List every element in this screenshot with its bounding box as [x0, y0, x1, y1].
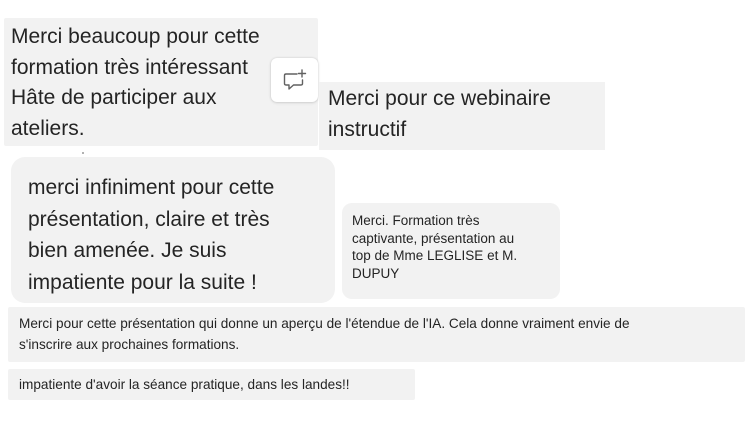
message-line: top de Mme LEGLISE et M.	[352, 248, 518, 263]
message-bubble[interactable]: Merci. Formation très captivante, présen…	[342, 203, 560, 299]
message-line: Merci pour ce webinaire	[328, 87, 551, 110]
message-bubble[interactable]: impatiente d'avoir la séance pratique, d…	[8, 369, 415, 400]
message-line: ateliers.	[11, 116, 85, 140]
message-line: Hâte de participer aux	[11, 86, 217, 109]
message-line: Merci. Formation très	[352, 213, 480, 228]
message-line: bien amenée. Je suis	[28, 239, 227, 262]
add-reaction-button[interactable]	[271, 58, 318, 102]
message-bubble[interactable]: Merci pour ce webinaire instructif	[319, 82, 605, 150]
message-line: s'inscrire aux prochaines formations.	[19, 337, 240, 352]
message-line: impatiente d'avoir la séance pratique, d…	[19, 377, 350, 392]
message-bubble[interactable]: Merci pour cette présentation qui donne …	[8, 307, 745, 362]
message-line: Merci pour cette présentation qui donne …	[19, 316, 630, 331]
message-line: impatiente pour la suite !	[28, 270, 257, 294]
message-line: merci infiniment pour cette	[28, 176, 275, 199]
message-line: formation très intéressant	[11, 55, 248, 79]
message-line: présentation, claire et très	[28, 207, 270, 231]
message-line: DUPUY	[352, 265, 400, 281]
decorative-dot	[82, 152, 84, 154]
message-line: instructif	[328, 117, 407, 141]
message-line: captivante, présentation au	[352, 230, 515, 246]
message-bubble[interactable]: merci infiniment pour cette présentation…	[11, 157, 335, 303]
message-line: Merci beaucoup pour cette	[11, 25, 260, 48]
add-comment-icon	[283, 69, 306, 90]
